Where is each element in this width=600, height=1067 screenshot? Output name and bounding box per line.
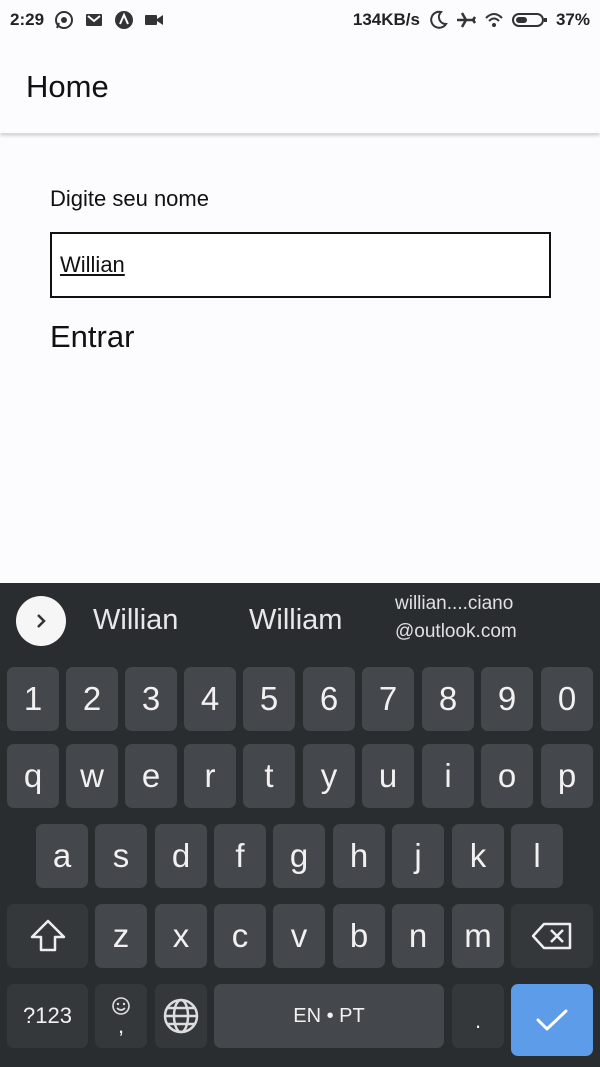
name-field-label: Digite seu nome — [50, 186, 209, 211]
name-input-value: Willian — [60, 252, 125, 277]
chevron-right-icon — [37, 614, 46, 628]
key-f[interactable]: f — [214, 824, 266, 888]
key-s[interactable]: s — [95, 824, 147, 888]
key-j[interactable]: j — [392, 824, 444, 888]
battery-icon — [511, 10, 548, 30]
key-e[interactable]: e — [125, 744, 177, 808]
whatsapp-icon — [54, 10, 74, 30]
video-icon — [144, 10, 164, 30]
enter-key[interactable] — [511, 984, 593, 1056]
battery-percent: 37% — [555, 10, 590, 29]
key-k[interactable]: k — [452, 824, 504, 888]
key-b[interactable]: b — [333, 904, 385, 968]
key-9[interactable]: 9 — [481, 667, 533, 731]
period-key[interactable]: . — [452, 984, 504, 1048]
key-x[interactable]: x — [155, 904, 207, 968]
key-o[interactable]: o — [481, 744, 533, 808]
key-c[interactable]: c — [214, 904, 266, 968]
gmail-icon — [84, 10, 104, 30]
symbols-key[interactable]: ?123 — [7, 984, 88, 1048]
key-d[interactable]: d — [155, 824, 207, 888]
suggestion-email-line2: @outlook.com — [395, 621, 517, 642]
key-u[interactable]: u — [362, 744, 414, 808]
key-8[interactable]: 8 — [422, 667, 474, 731]
enter-button[interactable]: Entrar — [50, 319, 134, 355]
key-4[interactable]: 4 — [184, 667, 236, 731]
key-g[interactable]: g — [273, 824, 325, 888]
suggestion-2[interactable]: William — [249, 604, 342, 637]
space-key-label: EN • PT — [293, 1004, 365, 1027]
net-speed: 134KB/s — [352, 10, 420, 29]
key-l[interactable]: l — [511, 824, 563, 888]
key-r[interactable]: r — [184, 744, 236, 808]
airplane-icon — [456, 10, 476, 30]
key-1[interactable]: 1 — [7, 667, 59, 731]
key-a[interactable]: a — [36, 824, 88, 888]
key-w[interactable]: w — [66, 744, 118, 808]
checkmark-icon — [536, 1009, 568, 1031]
shift-icon — [30, 919, 65, 952]
status-time: 2:29 — [10, 10, 45, 29]
status-bar: 2:29 134KB/s 37% — [0, 0, 600, 40]
suggestion-bar: Willian William willian....ciano @outloo… — [0, 583, 600, 658]
key-i[interactable]: i — [422, 744, 474, 808]
key-m[interactable]: m — [452, 904, 504, 968]
key-v[interactable]: v — [273, 904, 325, 968]
symbols-key-label: ?123 — [23, 1003, 72, 1028]
period-label: . — [474, 1008, 482, 1033]
key-q[interactable]: q — [7, 744, 59, 808]
key-h[interactable]: h — [333, 824, 385, 888]
key-z[interactable]: z — [95, 904, 147, 968]
soft-keyboard: Willian William willian....ciano @outloo… — [0, 583, 600, 1067]
key-7[interactable]: 7 — [362, 667, 414, 731]
suggestion-email[interactable]: willian....ciano @outlook.com — [395, 590, 517, 646]
key-3[interactable]: 3 — [125, 667, 177, 731]
expand-toolbar-button[interactable] — [16, 596, 66, 646]
key-2[interactable]: 2 — [66, 667, 118, 731]
key-y[interactable]: y — [303, 744, 355, 808]
language-key[interactable] — [155, 984, 207, 1048]
backspace-icon — [531, 922, 572, 950]
name-input[interactable]: Willian — [50, 232, 551, 298]
emoji-comma-key[interactable]: , — [95, 984, 147, 1048]
backspace-key[interactable] — [511, 904, 593, 968]
suggestion-1[interactable]: Willian — [93, 604, 178, 637]
key-p[interactable]: p — [541, 744, 593, 808]
suggestion-email-line1: willian....ciano — [395, 593, 514, 614]
key-t[interactable]: t — [243, 744, 295, 808]
comma-label: , — [117, 1013, 125, 1038]
globe-icon — [163, 998, 199, 1034]
shift-key[interactable] — [7, 904, 88, 968]
page-title: Home — [26, 68, 109, 104]
wifi-icon — [484, 10, 504, 30]
key-0[interactable]: 0 — [541, 667, 593, 731]
moon-icon — [428, 10, 448, 30]
app-bar: Home — [0, 40, 600, 133]
app-icon — [114, 10, 134, 30]
key-6[interactable]: 6 — [303, 667, 355, 731]
key-5[interactable]: 5 — [243, 667, 295, 731]
space-key[interactable]: EN • PT — [214, 984, 444, 1048]
key-n[interactable]: n — [392, 904, 444, 968]
